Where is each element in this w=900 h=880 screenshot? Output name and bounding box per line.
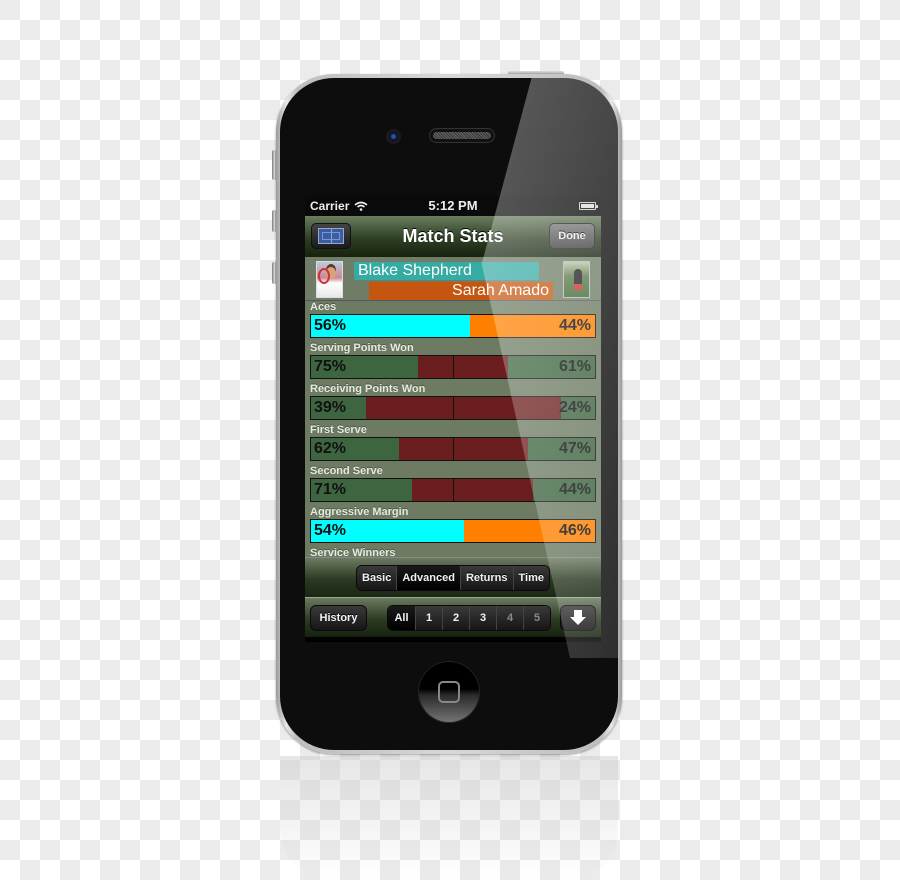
stat-bar: 39% 24%	[310, 396, 596, 420]
set-1-button[interactable]: 1	[415, 605, 442, 630]
download-button[interactable]	[560, 604, 596, 631]
set-selector: All 1 2 3 4 5	[387, 604, 551, 631]
player2-remainder-segment	[453, 479, 533, 501]
center-divider	[453, 356, 454, 378]
player1-remainder-segment	[411, 479, 453, 501]
stat-label: Second Serve	[310, 465, 383, 477]
player1-value: 75%	[314, 358, 347, 375]
tab-returns[interactable]: Returns	[459, 565, 513, 590]
player2-remainder-segment	[453, 397, 561, 419]
earpiece-speaker	[429, 128, 495, 143]
stats-category-bar: Basic Advanced Returns Time	[305, 557, 601, 597]
stat-bar: 71% 44%	[310, 478, 596, 502]
player2-remainder-segment	[453, 438, 529, 460]
bottom-toolbar: History All 1 2 3 4 5	[305, 597, 601, 637]
player1-value: 54%	[314, 522, 347, 539]
nav-bar: Match Stats Done	[305, 216, 601, 257]
player1-remainder-segment	[417, 356, 453, 378]
tab-basic[interactable]: Basic	[357, 565, 397, 590]
stat-bar: 56% 44%	[310, 314, 596, 338]
done-button[interactable]: Done	[549, 223, 595, 249]
stat-label: Aggressive Margin	[310, 506, 409, 518]
stat-bar: 62% 47%	[310, 437, 596, 461]
tab-time[interactable]: Time	[512, 565, 549, 590]
stat-bar: 75% 61%	[310, 355, 596, 379]
phone-face: Carrier 5:12 PM Match Stats Done Blake S…	[280, 78, 618, 750]
player1-name: Blake Shepherd	[354, 262, 539, 280]
center-divider	[453, 479, 454, 501]
status-time: 5:12 PM	[428, 198, 478, 213]
stat-bar: 54% 46%	[310, 519, 596, 543]
player2-value: 46%	[558, 522, 591, 539]
status-bar: Carrier 5:12 PM	[305, 195, 601, 216]
stat-label: Aces	[310, 301, 337, 313]
home-button[interactable]	[418, 661, 480, 723]
player2-value: 24%	[558, 399, 591, 416]
player2-value: 47%	[558, 440, 591, 457]
player2-remainder-segment	[453, 356, 509, 378]
player2-value: 44%	[558, 317, 591, 334]
tennis-court-icon	[318, 228, 344, 244]
set-4-button: 4	[496, 605, 523, 630]
player2-name: Sarah Amado	[369, 282, 553, 300]
tab-advanced[interactable]: Advanced	[396, 565, 460, 590]
home-square-icon	[438, 681, 460, 703]
center-divider	[453, 438, 454, 460]
set-5-button: 5	[523, 605, 550, 630]
set-2-button[interactable]: 2	[442, 605, 469, 630]
battery-full-icon	[579, 201, 598, 210]
stats-category-control: Basic Advanced Returns Time	[356, 564, 550, 591]
court-view-button[interactable]	[311, 223, 351, 249]
stats-list[interactable]: Aces 56% 44% Serving Points Won 75% 61% Receiv…	[305, 301, 601, 559]
players-header: Blake Shepherd Sarah Amado	[305, 257, 601, 301]
player1-remainder-segment	[366, 397, 453, 419]
front-camera	[386, 129, 401, 144]
player2-value: 44%	[558, 481, 591, 498]
phone-reflection	[280, 756, 618, 880]
page-title: Match Stats	[402, 226, 504, 246]
stat-label: Serving Points Won	[310, 342, 414, 354]
screen: Carrier 5:12 PM Match Stats Done Blake S…	[305, 195, 601, 642]
player1-avatar	[316, 261, 343, 298]
center-divider	[453, 397, 454, 419]
player1-value: 56%	[314, 317, 347, 334]
player1-value: 39%	[314, 399, 347, 416]
player1-value: 62%	[314, 440, 347, 457]
arrow-down-icon	[570, 609, 586, 625]
set-all-button[interactable]: All	[388, 605, 415, 630]
player1-value: 71%	[314, 481, 347, 498]
set-3-button[interactable]: 3	[469, 605, 496, 630]
stat-label: First Serve	[310, 424, 367, 436]
player2-value: 61%	[558, 358, 591, 375]
player2-avatar	[563, 261, 590, 298]
stat-label: Receiving Points Won	[310, 383, 426, 395]
phone-device: Carrier 5:12 PM Match Stats Done Blake S…	[276, 74, 622, 754]
history-button[interactable]: History	[310, 604, 367, 631]
player1-remainder-segment	[399, 438, 453, 460]
